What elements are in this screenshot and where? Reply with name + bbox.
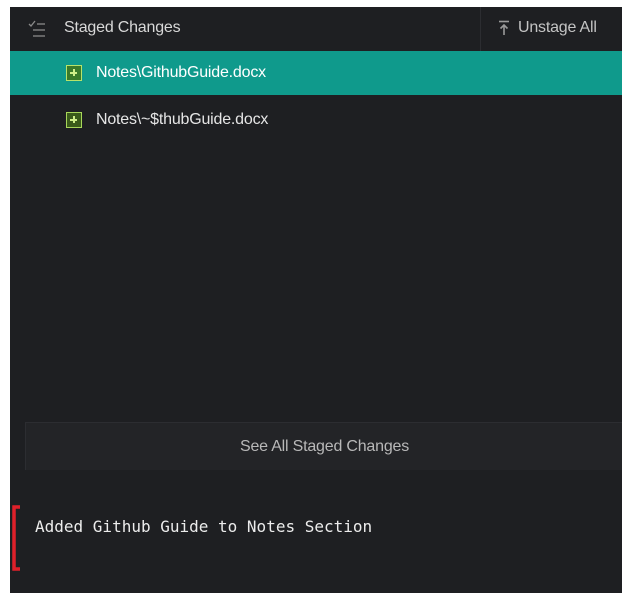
staged-changes-header: Staged Changes Unstage All	[10, 7, 622, 51]
unstage-all-button[interactable]: Unstage All	[481, 7, 622, 51]
added-file-icon	[66, 65, 82, 81]
arrow-up-to-line-icon	[498, 20, 510, 36]
staged-file-name: Notes\GithubGuide.docx	[96, 64, 266, 81]
commit-message-input[interactable]: Added Github Guide to Notes Section	[10, 497, 622, 577]
see-all-staged-changes-label: See All Staged Changes	[239, 438, 410, 455]
staged-file-name: Notes\~$thubGuide.docx	[96, 111, 269, 128]
commit-message-text: Added Github Guide to Notes Section	[35, 517, 373, 536]
added-file-icon	[66, 112, 82, 128]
staged-file-row[interactable]: Notes\GithubGuide.docx	[10, 51, 622, 95]
staged-changes-title: Staged Changes	[64, 19, 181, 36]
staged-file-row[interactable]: Notes\~$thubGuide.docx	[10, 98, 622, 142]
unstage-all-label: Unstage All	[518, 19, 597, 36]
see-all-staged-changes-button[interactable]: See All Staged Changes	[25, 422, 622, 470]
highlight-bracket-annotation	[12, 505, 21, 571]
staged-changes-panel: Staged Changes Unstage All Notes\GithubG…	[10, 7, 622, 593]
checklist-icon	[28, 20, 46, 38]
